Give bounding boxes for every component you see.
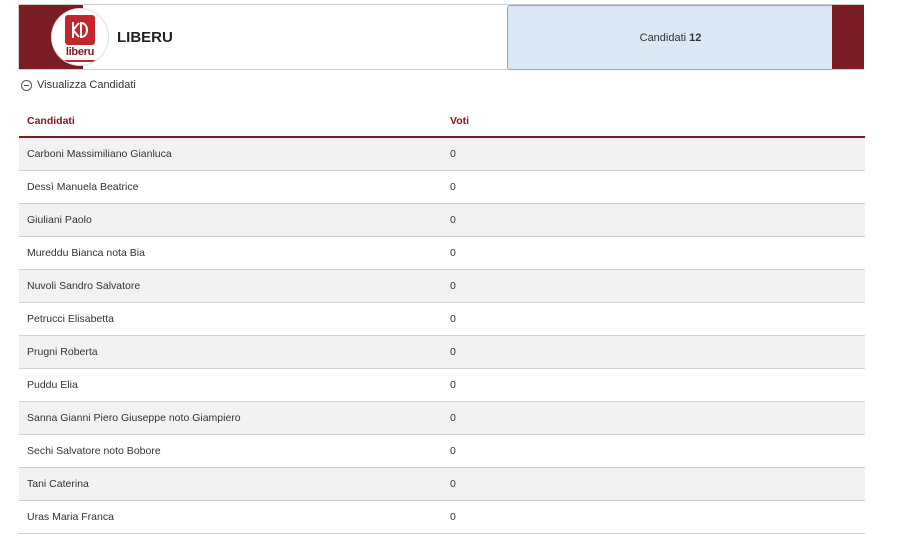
party-emblem-icon: [65, 15, 95, 45]
table-row: Giuliani Paolo 0: [19, 203, 865, 237]
candidates-count-value: 12: [689, 31, 702, 44]
candidate-name: Nuvoli Sandro Salvatore: [19, 269, 442, 303]
candidate-votes: 0: [442, 368, 865, 402]
table-row: Nuvoli Sandro Salvatore 0: [19, 269, 865, 303]
candidate-name: Tani Caterina: [19, 467, 442, 501]
candidate-votes: 0: [442, 500, 865, 534]
table-row: Sanna Gianni Piero Giuseppe noto Giampie…: [19, 401, 865, 435]
table-row: Uras Maria Franca 0: [19, 500, 865, 534]
candidate-name: Mureddu Bianca nota Bia: [19, 236, 442, 270]
candidate-votes: 0: [442, 302, 865, 336]
logo-wordmark: liberu: [65, 46, 95, 58]
table-row: Puddu Elia 0: [19, 368, 865, 402]
table-row: Mureddu Bianca nota Bia 0: [19, 236, 865, 270]
party-name: LIBERU: [117, 29, 173, 46]
table-row: Tani Caterina 0: [19, 467, 865, 501]
column-header-votes: Voti: [442, 105, 865, 138]
column-header-candidates: Candidati: [19, 105, 442, 138]
candidates-count-box: Candidati 12: [507, 5, 834, 70]
candidate-votes: 0: [442, 467, 865, 501]
header-accent-right: [832, 5, 864, 69]
table-header-row: Candidati Voti: [19, 105, 865, 138]
table-row: Sechi Salvatore noto Bobore 0: [19, 434, 865, 468]
candidate-name: Dessì Manuela Beatrice: [19, 170, 442, 204]
candidate-votes: 0: [442, 203, 865, 237]
candidate-votes: 0: [442, 434, 865, 468]
candidate-name: Sechi Salvatore noto Bobore: [19, 434, 442, 468]
candidate-name: Uras Maria Franca: [19, 500, 442, 534]
list-header: liberu LIBERU Candidati 12: [18, 4, 864, 70]
candidate-votes: 0: [442, 170, 865, 204]
table-row: Carboni Massimiliano Gianluca 0: [19, 137, 865, 171]
table-row: Petrucci Elisabetta 0: [19, 302, 865, 336]
toggle-candidates-button[interactable]: Visualizza Candidati: [21, 79, 136, 91]
toggle-candidates-label: Visualizza Candidati: [37, 79, 136, 91]
candidate-name: Giuliani Paolo: [19, 203, 442, 237]
candidates-table: Candidati Voti Carboni Massimiliano Gian…: [19, 105, 865, 534]
candidate-votes: 0: [442, 335, 865, 369]
candidate-votes: 0: [442, 137, 865, 171]
table-row: Prugni Roberta 0: [19, 335, 865, 369]
candidate-name: Prugni Roberta: [19, 335, 442, 369]
logo-underline: [64, 60, 96, 62]
candidate-name: Sanna Gianni Piero Giuseppe noto Giampie…: [19, 401, 442, 435]
candidate-name: Petrucci Elisabetta: [19, 302, 442, 336]
table-row: Dessì Manuela Beatrice 0: [19, 170, 865, 204]
minus-circle-icon: [21, 79, 32, 91]
candidate-votes: 0: [442, 269, 865, 303]
candidate-name: Puddu Elia: [19, 368, 442, 402]
candidate-name: Carboni Massimiliano Gianluca: [19, 137, 442, 171]
party-logo: liberu: [52, 9, 108, 65]
candidate-votes: 0: [442, 401, 865, 435]
candidate-votes: 0: [442, 236, 865, 270]
candidates-count-label: Candidati: [639, 31, 687, 44]
